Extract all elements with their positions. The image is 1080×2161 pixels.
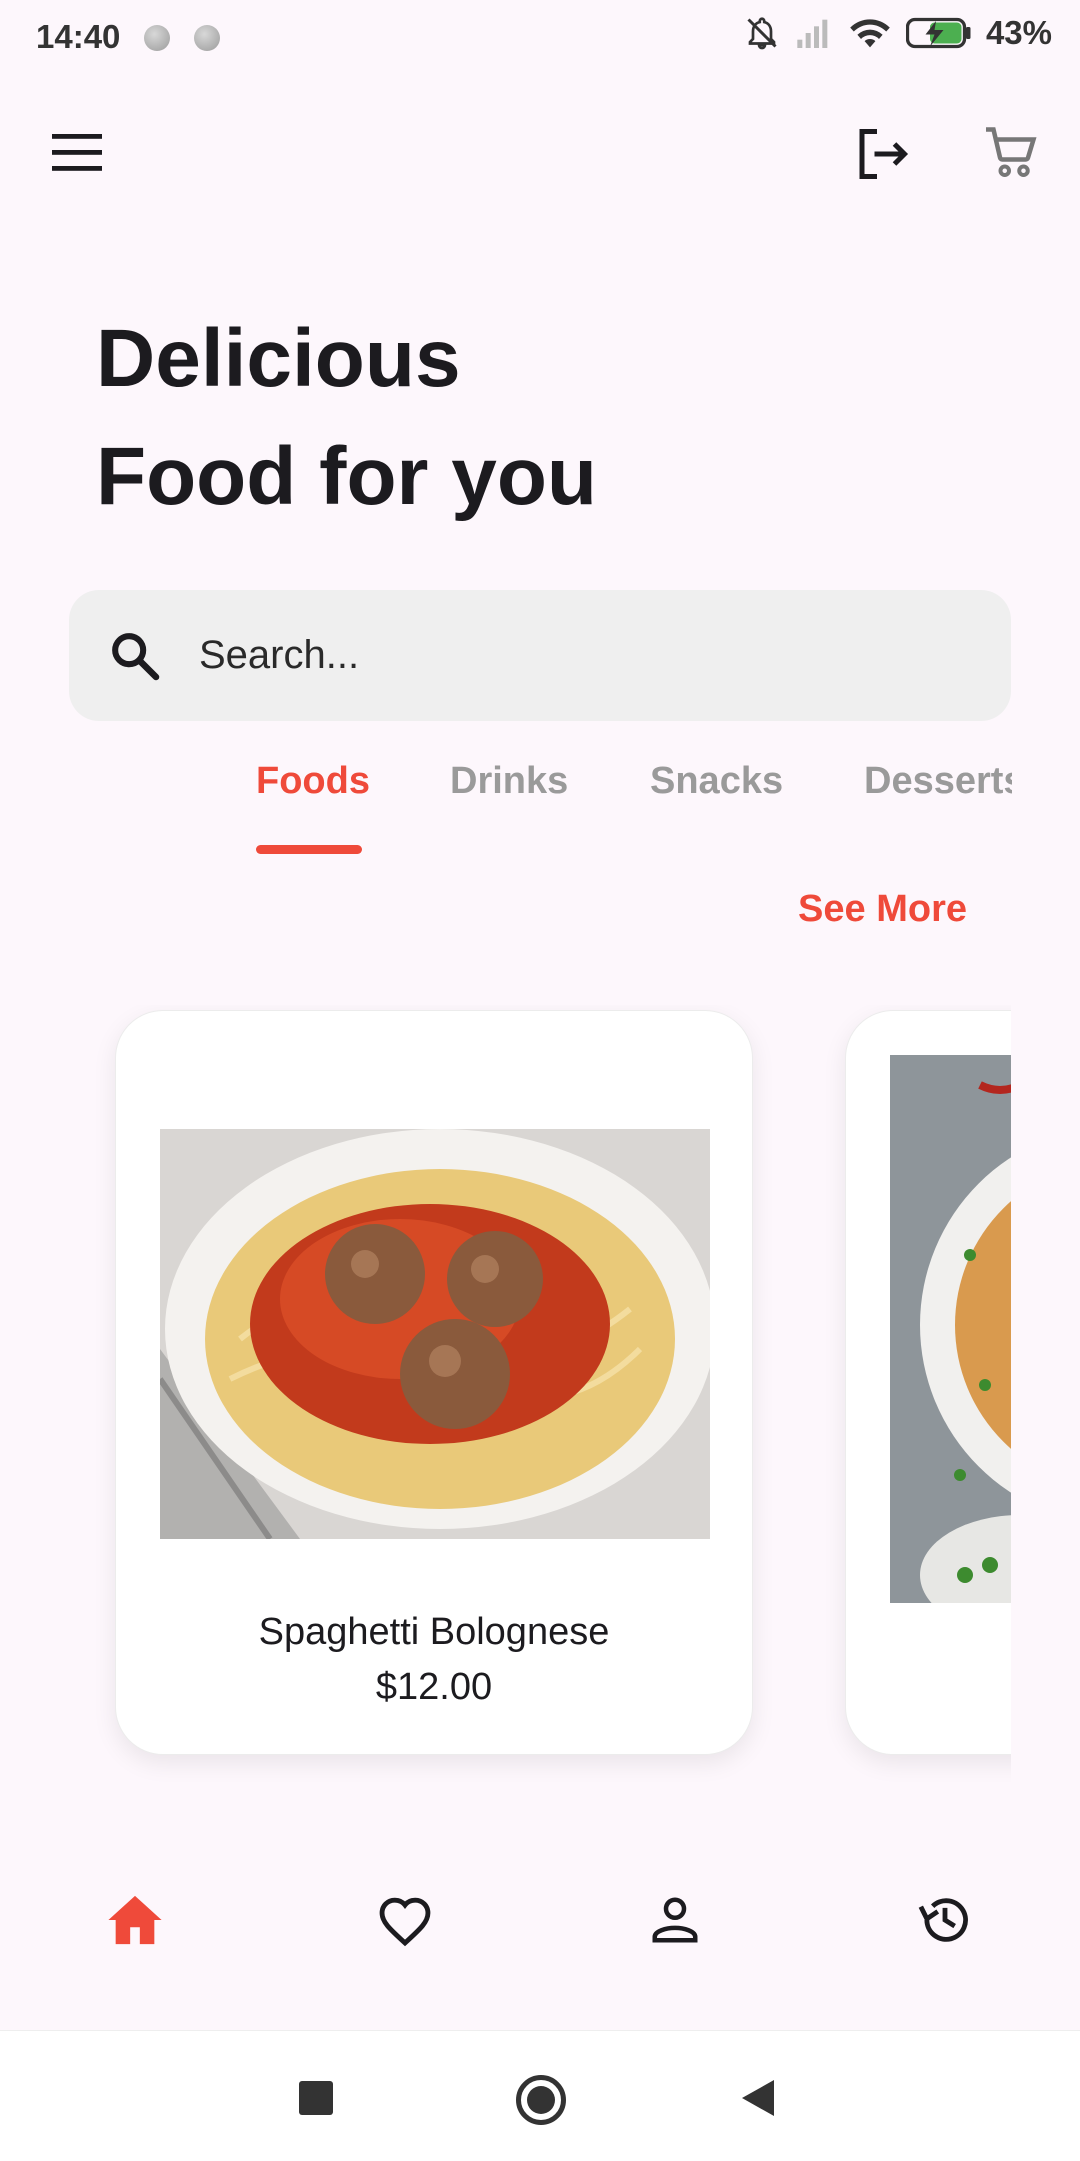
nav-profile[interactable] (635, 1880, 715, 1960)
battery-charging-icon (905, 17, 971, 49)
nav-home[interactable] (95, 1880, 175, 1960)
search-placeholder: Search... (199, 633, 360, 677)
tab-drinks[interactable]: Drinks (450, 760, 568, 803)
status-time: 14:40 (36, 18, 121, 55)
search-icon (112, 632, 160, 680)
see-more-link[interactable]: See More (798, 888, 967, 931)
bottom-navigation (0, 1880, 1080, 2030)
fried-rice-image (890, 1055, 1011, 1603)
heart-icon (379, 1897, 431, 1947)
history-icon (918, 1898, 968, 1942)
wifi-icon (850, 19, 890, 48)
tab-indicator (256, 845, 362, 854)
menu-icon (52, 134, 102, 171)
profile-icon (652, 1897, 698, 1943)
battery-percent: 43% (985, 14, 1052, 51)
logout-button[interactable] (852, 124, 912, 184)
tab-snacks[interactable]: Snacks (650, 760, 783, 803)
product-carousel[interactable]: Spaghetti Bolognese $12.00 (69, 1005, 1011, 1805)
home-system-button[interactable] (516, 2075, 566, 2125)
system-navigation-bar (0, 2030, 1080, 2161)
product-name: Spaghetti Bolognese (258, 1611, 610, 1653)
back-icon[interactable] (740, 2078, 776, 2118)
notification-dot-icon (194, 25, 220, 51)
headline-line2: Food for you (96, 431, 598, 522)
menu-button[interactable] (50, 130, 104, 174)
notification-dot-icon (144, 25, 170, 51)
spaghetti-bolognese-image (160, 1129, 710, 1539)
headline-line1: Delicious (96, 313, 461, 404)
cart-button[interactable] (980, 122, 1042, 182)
recents-button[interactable] (299, 2081, 333, 2115)
logout-icon (859, 129, 909, 179)
status-icons: 43% (744, 14, 1052, 52)
nav-history[interactable] (905, 1880, 985, 1960)
bell-off-icon (747, 17, 777, 50)
product-card[interactable] (845, 1010, 1011, 1755)
nav-favorites[interactable] (365, 1880, 445, 1960)
signal-icon (797, 19, 828, 48)
cart-icon (986, 127, 1037, 177)
home-icon (108, 1895, 162, 1945)
product-card[interactable]: Spaghetti Bolognese $12.00 (115, 1010, 753, 1755)
product-price: $12.00 (375, 1666, 493, 1708)
search-input[interactable]: Search... (69, 590, 1011, 721)
tab-foods[interactable]: Foods (256, 760, 370, 803)
category-tabs: Foods Drinks Snacks Desserts (256, 760, 1012, 860)
tab-desserts[interactable]: Desserts (864, 760, 1012, 803)
